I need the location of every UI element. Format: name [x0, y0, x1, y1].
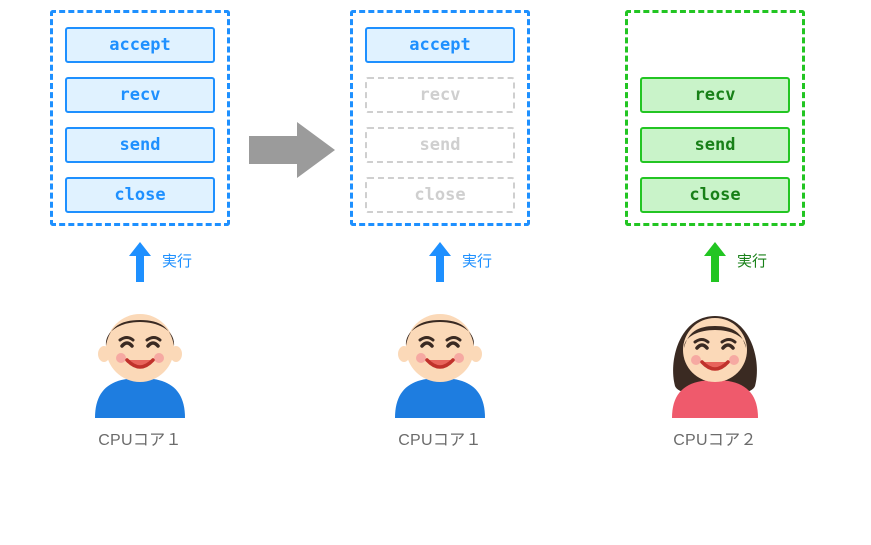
op-send: send [640, 127, 790, 163]
person-boy-icon [75, 290, 205, 420]
arrow-up-icon [427, 240, 453, 284]
op-send: send [365, 127, 515, 163]
op-accept: accept [365, 27, 515, 63]
op-close: close [365, 177, 515, 213]
op-recv: recv [365, 77, 515, 113]
person-boy-icon [375, 290, 505, 420]
arrow-up-icon [702, 240, 728, 284]
op-close: close [65, 177, 215, 213]
op-send: send [65, 127, 215, 163]
exec-label: 実行 [162, 250, 192, 271]
cpu-label: CPUコア２ [673, 426, 757, 450]
op-stack-after-core1: accept recv send close [350, 10, 530, 226]
exec-arrow: 実行 [45, 238, 235, 286]
exec-arrow: 実行 [620, 238, 810, 286]
op-accept: accept [65, 27, 215, 63]
op-recv: recv [640, 77, 790, 113]
person-girl-icon [650, 290, 780, 420]
diagram-stage: accept recv send close 実行 [0, 0, 871, 545]
column-after-core2: recv send close 実行 CPUコア２ [620, 10, 810, 450]
op-stack-before: accept recv send close [50, 10, 230, 226]
cpu-label: CPUコア１ [398, 426, 482, 450]
exec-label: 実行 [737, 250, 767, 271]
op-recv: recv [65, 77, 215, 113]
column-before: accept recv send close 実行 [45, 10, 235, 450]
exec-label: 実行 [462, 250, 492, 271]
op-stack-after-core2: recv send close [625, 10, 805, 226]
transition-arrow-icon [247, 120, 337, 180]
column-after-core1: accept recv send close 実行 [345, 10, 535, 450]
op-close: close [640, 177, 790, 213]
arrow-up-icon [127, 240, 153, 284]
cpu-label: CPUコア１ [98, 426, 182, 450]
exec-arrow: 実行 [345, 238, 535, 286]
